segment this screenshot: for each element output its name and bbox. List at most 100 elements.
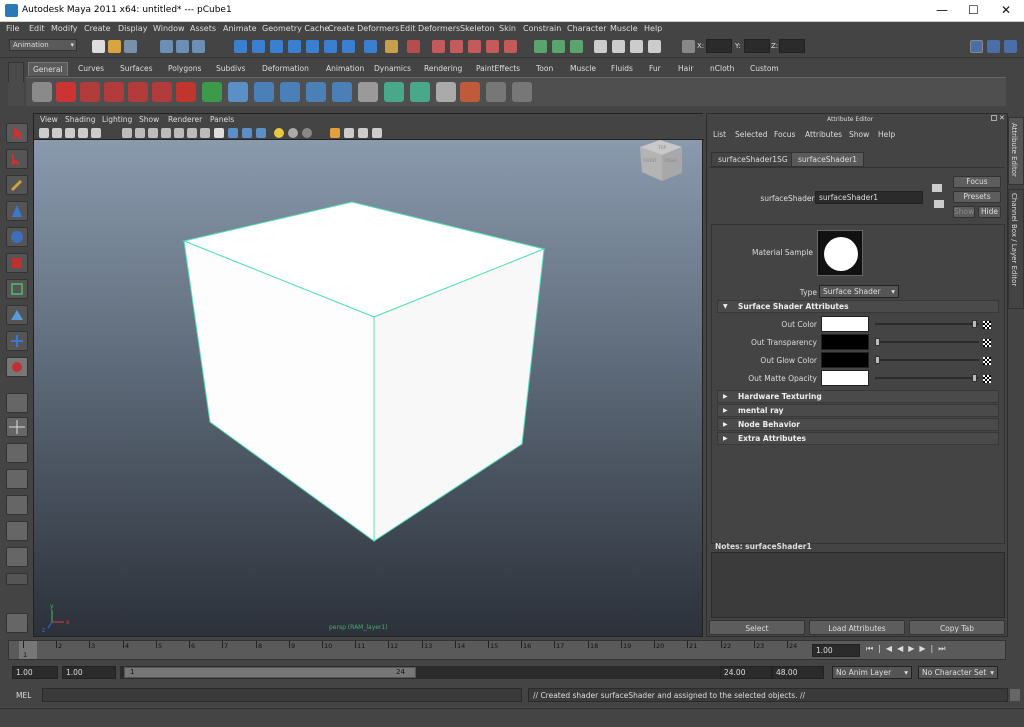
out-transparency-slider-knob[interactable] [875,338,880,346]
menu-edit[interactable]: Edit [29,24,45,33]
section-mental-ray[interactable]: ▶ mental ray [717,404,999,417]
hide-button[interactable]: Hide [978,206,1001,218]
script-editor-button[interactable] [1010,689,1020,701]
show-button[interactable]: Show [953,206,975,218]
nurbs-cylinder-icon[interactable] [280,82,300,102]
shelf-tab-deformation[interactable]: Deformation [258,62,313,76]
maximize-button[interactable]: ☐ [968,3,979,17]
playback-end-field[interactable]: 24.00 [720,666,772,679]
grease-pencil-icon[interactable] [91,128,101,138]
menu-create-deformers[interactable]: Create Deformers [328,24,399,33]
select-component-icon[interactable] [192,40,205,53]
section-node-behavior[interactable]: ▶ Node Behavior [717,418,999,431]
shelf-tab-toon[interactable]: Toon [532,62,557,76]
channel-box-toggle-icon[interactable] [1004,40,1017,53]
bookmark-icon[interactable] [52,128,62,138]
section-extra-attributes[interactable]: ▶ Extra Attributes [717,432,999,445]
section-hardware-texturing[interactable]: ▶ Hardware Texturing [717,390,999,403]
camera-attributes-icon[interactable] [39,128,49,138]
step-back-key-icon[interactable]: |◀ [878,644,897,653]
attribute-editor-toggle-icon[interactable] [970,40,983,53]
vp-menu-renderer[interactable]: Renderer [168,115,202,124]
paint-brush-icon[interactable] [460,82,480,102]
snap-point-icon[interactable] [270,40,283,53]
shelf-tab-painteffects[interactable]: PaintEffects [472,62,524,76]
hypershade-layout-icon[interactable] [6,495,28,515]
playback-start-field[interactable]: 1.00 [62,666,116,679]
shelf-tab-ncloth[interactable]: nCloth [706,62,738,76]
save-scene-icon[interactable] [124,40,137,53]
shelf-tab-surfaces[interactable]: Surfaces [116,62,156,76]
tool-settings-toggle-icon[interactable] [987,40,1000,53]
presets-button[interactable]: Presets [953,191,1001,203]
nurbs-sphere-icon[interactable] [228,82,248,102]
menu-display[interactable]: Display [118,24,148,33]
go-to-end-icon[interactable]: ⏭ [938,644,950,653]
question-mark-icon[interactable] [56,82,76,102]
viewport-scene[interactable]: TOP FRONT RIGHT x y z persp (RAM_layer1) [34,140,702,636]
snap-grid-icon[interactable] [234,40,247,53]
smooth-shade-icon[interactable] [228,128,238,138]
menu-create[interactable]: Create [84,24,111,33]
high-quality-icon[interactable] [372,128,382,138]
render-layer-icon[interactable] [534,40,547,53]
poly-cube-icon[interactable] [410,82,430,102]
graph-editor-icon[interactable] [630,40,643,53]
out-glow-color-swatch[interactable] [821,352,869,368]
feather-icon[interactable] [486,82,506,102]
type-dropdown[interactable]: Surface Shader ▾ [819,285,899,298]
shelf-tab-muscle[interactable]: Muscle [566,62,600,76]
render-view-icon[interactable] [504,40,517,53]
all-lights-icon[interactable] [288,128,298,138]
scale-icon[interactable] [6,253,28,273]
shelf-tab-hair[interactable]: Hair [674,62,697,76]
shelf-tab-dynamics[interactable]: Dynamics [370,62,415,76]
new-scene-icon[interactable] [92,40,105,53]
ae-menu-list[interactable]: List [713,130,726,139]
select-arrow-icon[interactable] [6,123,28,143]
film-gate-icon[interactable] [135,128,145,138]
anim-start-field[interactable]: 1.00 [12,666,58,679]
notes-field[interactable] [711,552,1005,618]
float-panel-icon[interactable] [991,115,997,121]
menu-constrain[interactable]: Constrain [523,24,561,33]
resolution-gate-icon[interactable] [148,128,158,138]
safe-action-icon[interactable] [187,128,197,138]
minimize-button[interactable]: — [936,3,948,17]
move-tool-icon[interactable] [128,82,148,102]
select-object-icon[interactable] [176,40,189,53]
single-pane-layout-icon[interactable] [6,393,28,413]
nurbs-cone-icon[interactable] [306,82,326,102]
vp-menu-show[interactable]: Show [139,115,159,124]
grid-icon[interactable] [122,128,132,138]
out-color-swatch[interactable] [821,316,869,332]
vp-menu-panels[interactable]: Panels [210,115,234,124]
play-icon[interactable]: ▶ [908,644,919,653]
section-surface-shader-attributes[interactable]: ▼ Surface Shader Attributes [717,300,999,313]
y-field[interactable] [744,39,770,53]
out-color-slider[interactable] [875,323,979,325]
construction-icon[interactable] [342,40,355,53]
output-connections-icon[interactable] [934,200,944,208]
out-transparency-map-icon[interactable] [983,339,991,347]
ipr-render-icon[interactable] [450,40,463,53]
tab-surfaceshader1[interactable]: surfaceShader1 [791,152,865,167]
lasso-tool-icon[interactable] [104,82,124,102]
gate-mask-icon[interactable] [161,128,171,138]
out-matte-opacity-map-icon[interactable] [983,375,991,383]
universal-manip-icon[interactable] [6,279,28,299]
menu-muscle[interactable]: Muscle [610,24,638,33]
show-manip-icon[interactable] [6,331,28,351]
safe-title-icon[interactable] [200,128,210,138]
go-to-start-icon[interactable]: ⏮ [866,644,878,653]
menu-animate[interactable]: Animate [223,24,257,33]
ae-menu-help[interactable]: Help [878,130,895,139]
out-color-slider-knob[interactable] [972,320,977,328]
menu-geometry-cache[interactable]: Geometry Cache [262,24,329,33]
mel-label[interactable]: MEL [16,691,31,700]
sculpt-tool-icon[interactable] [202,82,222,102]
vp-menu-lighting[interactable]: Lighting [102,115,132,124]
nurbs-plane-icon[interactable] [332,82,352,102]
panel-layout-icon[interactable] [594,40,607,53]
select-tool-icon[interactable] [80,82,100,102]
